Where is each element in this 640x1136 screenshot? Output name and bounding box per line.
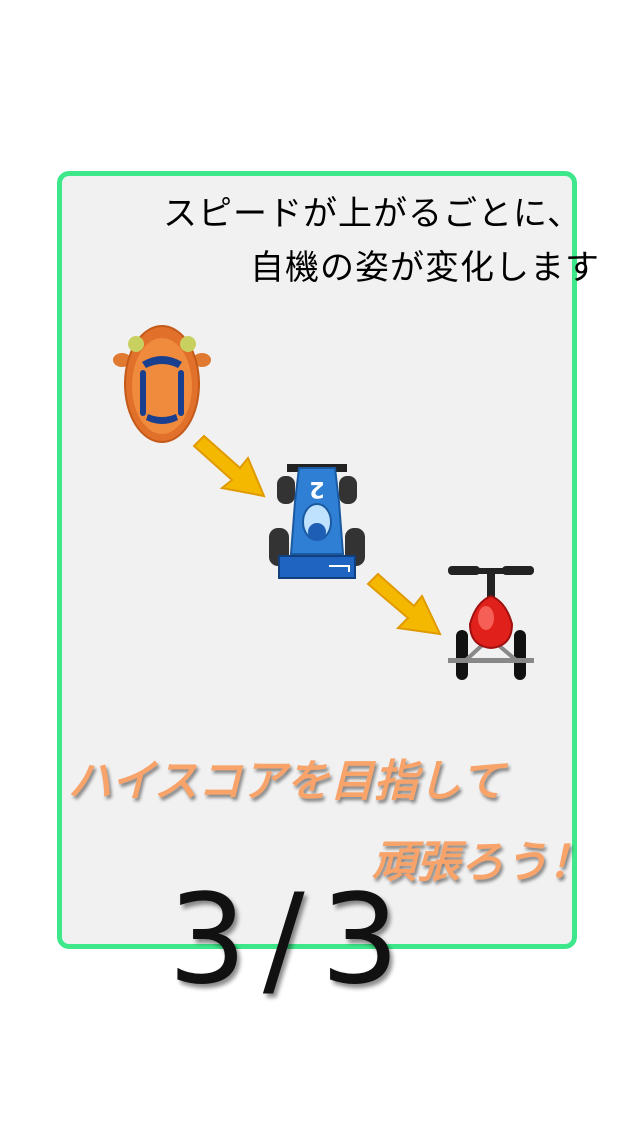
tutorial-screen: スピードが上がるごとに、 自機の姿が変化します 2 ハイスコアを目指して 頑張ろ… <box>0 0 640 1136</box>
race-car-number: 2 <box>309 476 324 501</box>
arrow-icon <box>366 572 442 636</box>
tutorial-text-line1: スピードが上がるごとに、 <box>163 194 582 234</box>
arrow-icon <box>192 434 266 498</box>
red-tricycle-icon <box>448 566 534 680</box>
tutorial-text-line2: 自機の姿が変化します <box>250 248 600 288</box>
orange-car-icon <box>113 325 211 443</box>
page-indicator: 3/3 <box>168 868 416 1012</box>
blue-race-car-icon: 2 <box>269 464 365 579</box>
slogan-line1: ハイスコアを目指して <box>68 756 505 807</box>
